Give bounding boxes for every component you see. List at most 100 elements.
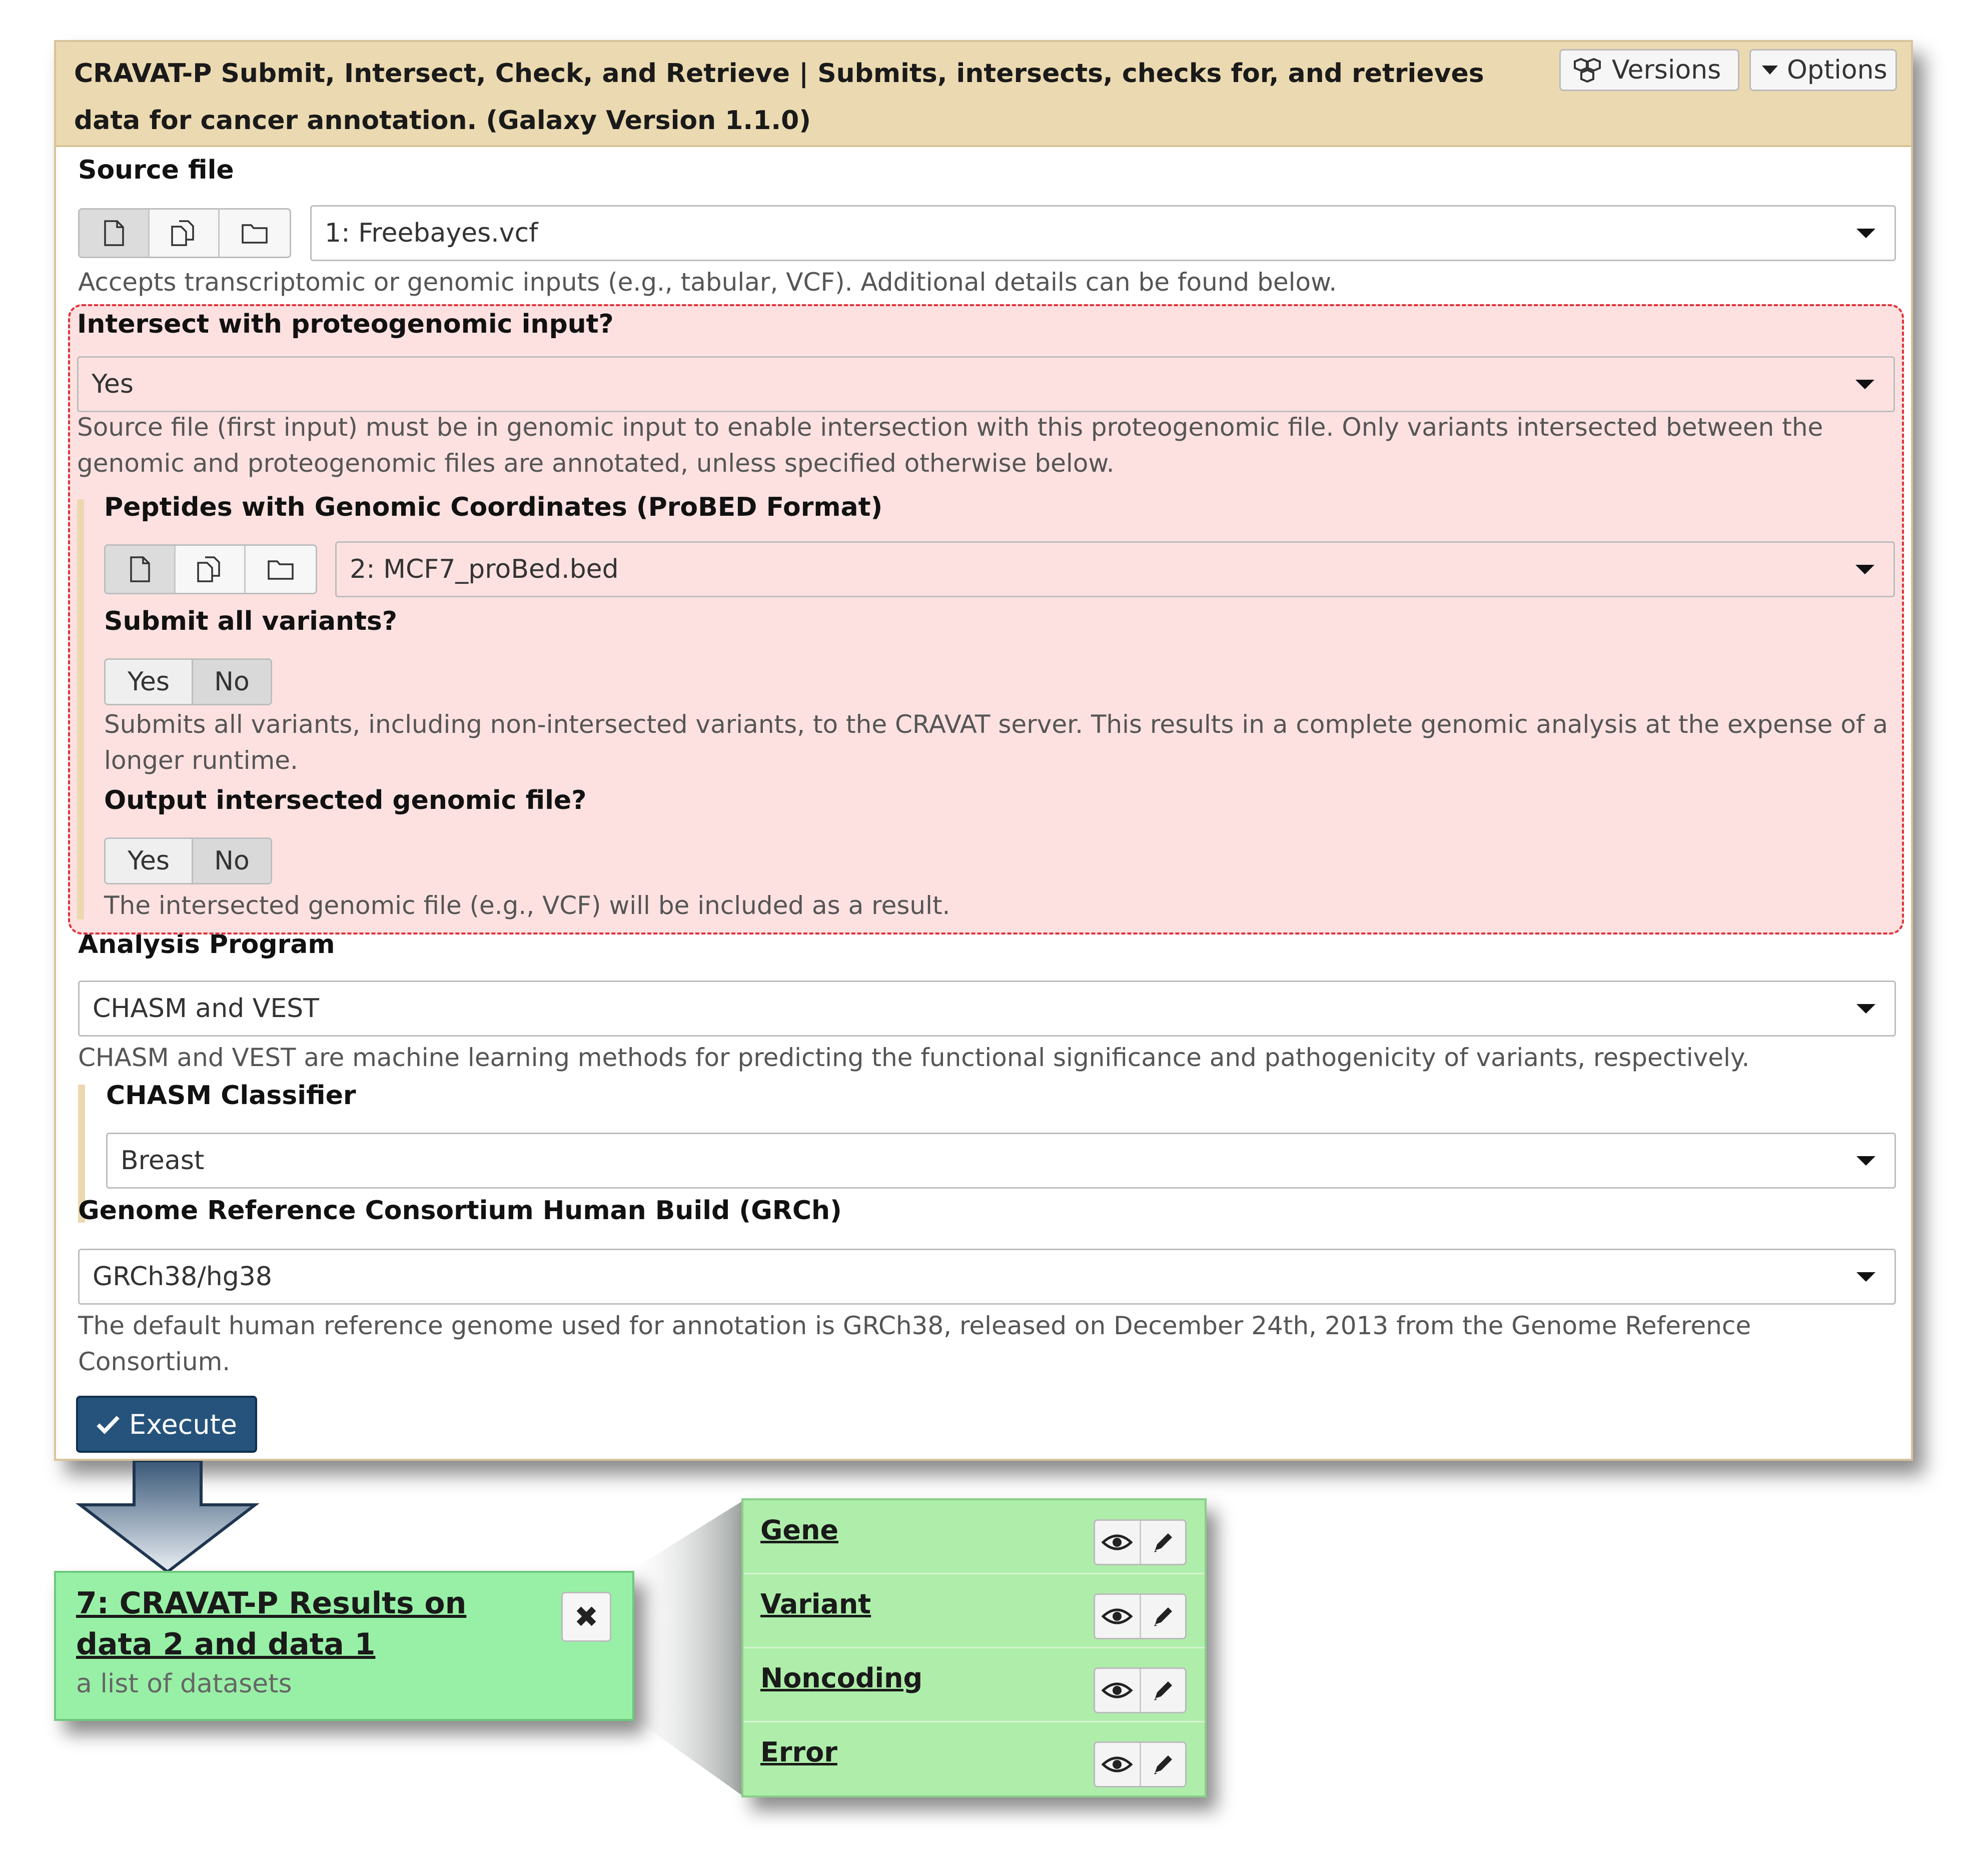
- chasm-classifier-select[interactable]: Breast: [106, 1133, 1896, 1189]
- intersect-help: Source file (first input) must be in gen…: [77, 413, 1823, 478]
- submit-all-no-button[interactable]: No: [193, 660, 271, 704]
- view-button[interactable]: [1095, 1595, 1141, 1638]
- eye-icon: [1102, 1682, 1133, 1698]
- check-icon: [97, 1416, 120, 1434]
- intersect-select[interactable]: Yes: [77, 356, 1895, 412]
- options-button[interactable]: Options: [1749, 49, 1897, 91]
- view-button[interactable]: [1095, 1521, 1141, 1564]
- genome-build-value: GRCh38/hg38: [93, 1262, 272, 1292]
- intersect-error-region: Intersect with proteogenomic input? Yes …: [68, 304, 1904, 934]
- output-intersected-no-button[interactable]: No: [193, 839, 271, 883]
- cubes-icon: [1574, 58, 1601, 83]
- submit-all-toggle: Yes No: [104, 658, 272, 705]
- tool-title: CRAVAT-P Submit, Intersect, Check, and R…: [74, 59, 1484, 136]
- edit-button[interactable]: [1141, 1521, 1186, 1564]
- collection-button[interactable]: [220, 210, 290, 257]
- file-icon: [104, 220, 124, 246]
- view-button[interactable]: [1095, 1669, 1141, 1712]
- pencil-icon: [1154, 1533, 1172, 1552]
- execute-label: Execute: [129, 1408, 237, 1440]
- genome-build-help: The default human reference genome used …: [78, 1311, 1751, 1376]
- source-file-label: Source file: [78, 155, 234, 185]
- options-label: Options: [1787, 55, 1887, 85]
- output-intersected-toggle: Yes No: [104, 837, 272, 884]
- edit-button[interactable]: [1141, 1669, 1186, 1712]
- dataset-actions: [1094, 1519, 1187, 1565]
- peptides-select[interactable]: 2: MCF7_proBed.bed: [335, 541, 1895, 597]
- versions-button[interactable]: Versions: [1559, 49, 1739, 91]
- delete-button[interactable]: ✖: [561, 1592, 611, 1642]
- caret-down-icon: [1855, 379, 1874, 389]
- single-dataset-button[interactable]: [80, 210, 150, 257]
- files-icon: [197, 556, 220, 582]
- pencil-icon: [1154, 1755, 1172, 1774]
- output-intersected-help: The intersected genomic file (e.g., VCF)…: [104, 891, 950, 920]
- versions-label: Versions: [1612, 55, 1721, 85]
- dataset-name[interactable]: Noncoding: [760, 1662, 922, 1694]
- list-item: Noncoding: [743, 1648, 1205, 1722]
- list-item: Gene: [743, 1500, 1205, 1574]
- collection-button[interactable]: [246, 546, 316, 593]
- eye-icon: [1102, 1756, 1133, 1772]
- dataset-name[interactable]: Gene: [760, 1514, 838, 1546]
- peptides-mode-group: [104, 544, 317, 594]
- submit-all-help: Submits all variants, including non-inte…: [104, 710, 1888, 775]
- folder-icon: [242, 224, 268, 244]
- file-icon: [130, 556, 150, 582]
- result-collection[interactable]: 7: CRAVAT-P Results on data 2 and data 1…: [54, 1571, 634, 1721]
- source-file-value: 1: Freebayes.vcf: [325, 218, 538, 248]
- close-icon: ✖: [574, 1600, 599, 1634]
- output-intersected-yes-button[interactable]: Yes: [106, 839, 193, 883]
- caret-down-icon: [1762, 66, 1778, 75]
- output-intersected-label: Output intersected genomic file?: [104, 785, 587, 815]
- source-file-select[interactable]: 1: Freebayes.vcf: [310, 205, 1896, 261]
- dataset-actions: [1094, 1667, 1187, 1713]
- dataset-name[interactable]: Error: [760, 1736, 837, 1768]
- source-file-help: Accepts transcriptomic or genomic inputs…: [78, 268, 1337, 297]
- peptides-value: 2: MCF7_proBed.bed: [350, 554, 619, 584]
- result-title[interactable]: 7: CRAVAT-P Results on data 2 and data 1: [76, 1583, 551, 1665]
- list-item: Variant: [743, 1574, 1205, 1648]
- result-subtitle: a list of datasets: [76, 1669, 292, 1699]
- expansion-connector: [630, 1501, 743, 1796]
- caret-down-icon: [1856, 228, 1875, 238]
- edit-button[interactable]: [1141, 1595, 1186, 1638]
- analysis-program-help: CHASM and VEST are machine learning meth…: [78, 1043, 1750, 1072]
- eye-icon: [1102, 1534, 1133, 1550]
- pencil-icon: [1154, 1607, 1172, 1626]
- analysis-program-select[interactable]: CHASM and VEST: [78, 981, 1896, 1037]
- submit-all-yes-button[interactable]: Yes: [106, 660, 193, 704]
- intersect-value: Yes: [92, 369, 134, 399]
- single-dataset-button[interactable]: [106, 546, 176, 593]
- folder-icon: [268, 560, 294, 580]
- dataset-actions: [1094, 1741, 1187, 1787]
- chasm-classifier-label: CHASM Classifier: [106, 1081, 356, 1111]
- dataset-name[interactable]: Variant: [760, 1588, 871, 1620]
- tool-header: CRAVAT-P Submit, Intersect, Check, and R…: [56, 42, 1911, 147]
- dataset-actions: [1094, 1593, 1187, 1639]
- submit-all-label: Submit all variants?: [104, 606, 398, 636]
- multiple-datasets-button[interactable]: [150, 210, 220, 257]
- source-file-mode-group: [78, 208, 291, 258]
- view-button[interactable]: [1095, 1743, 1141, 1786]
- files-icon: [171, 220, 194, 246]
- caret-down-icon: [1855, 564, 1874, 574]
- pencil-icon: [1154, 1681, 1172, 1700]
- chasm-classifier-value: Breast: [121, 1146, 205, 1176]
- intersect-label: Intersect with proteogenomic input?: [77, 309, 614, 339]
- dataset-list: Gene Variant Noncoding Error: [741, 1498, 1207, 1797]
- genome-build-label: Genome Reference Consortium Human Build …: [78, 1196, 842, 1226]
- multiple-datasets-button[interactable]: [176, 546, 246, 593]
- peptides-label: Peptides with Genomic Coordinates (ProBE…: [104, 492, 883, 522]
- eye-icon: [1102, 1608, 1133, 1624]
- list-item: Error: [743, 1722, 1205, 1796]
- down-arrow: [76, 1461, 260, 1574]
- caret-down-icon: [1856, 1004, 1875, 1014]
- caret-down-icon: [1856, 1272, 1875, 1282]
- caret-down-icon: [1856, 1156, 1875, 1166]
- analysis-program-value: CHASM and VEST: [93, 994, 319, 1024]
- intersect-section-bar: [77, 499, 84, 919]
- genome-build-select[interactable]: GRCh38/hg38: [78, 1249, 1896, 1305]
- execute-button[interactable]: Execute: [76, 1396, 257, 1453]
- edit-button[interactable]: [1141, 1743, 1186, 1786]
